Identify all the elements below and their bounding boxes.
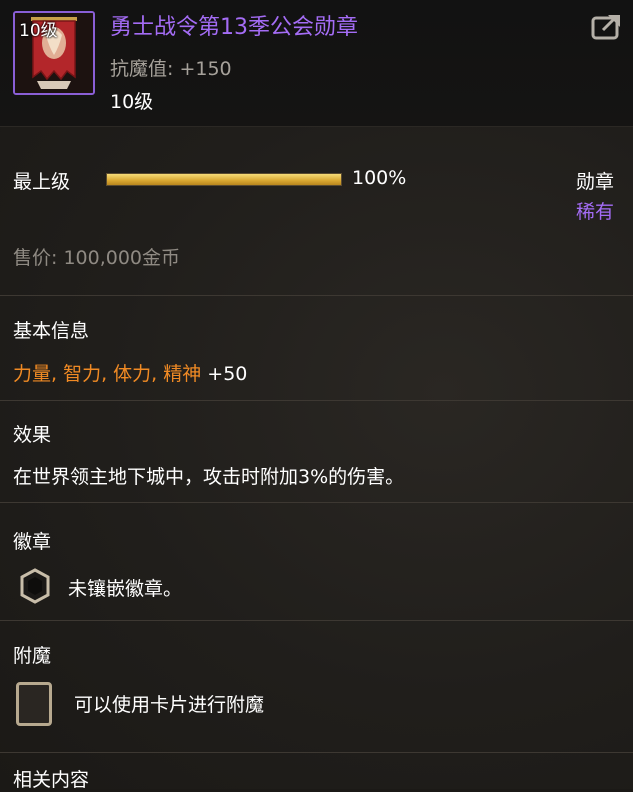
divider: [0, 752, 633, 753]
progress-value: 100%: [352, 167, 407, 189]
basic-stats-names: 力量, 智力, 体力, 精神: [13, 363, 202, 385]
share-icon[interactable]: [591, 12, 623, 40]
item-name: 勇士战令第13季公会勋章: [110, 15, 358, 40]
enchant-text: 可以使用卡片进行附魔: [74, 694, 265, 716]
related-title: 相关内容: [13, 769, 90, 791]
progress-bar: [106, 173, 342, 186]
card-slot-icon[interactable]: [16, 682, 52, 726]
emblem-text: 未镶嵌徽章。: [68, 578, 183, 600]
basic-stats: 力量, 智力, 体力, 精神 +50: [13, 359, 247, 386]
item-stat: 抗魔值: +150: [110, 58, 232, 80]
divider: [0, 502, 633, 503]
item-type: 勋章: [575, 171, 614, 193]
sell-price: 售价: 100,000金币: [13, 247, 181, 269]
emblem-slot-icon[interactable]: [17, 568, 53, 604]
item-icon-level: 10级: [19, 21, 58, 41]
effect-title: 效果: [13, 424, 52, 446]
divider: [0, 400, 633, 401]
basic-info-title: 基本信息: [13, 320, 90, 342]
item-rarity: 稀有: [575, 201, 614, 223]
effect-text: 在世界领主地下城中，攻击时附加3%的伤害。: [13, 466, 405, 488]
progress-label: 最上级: [13, 171, 71, 193]
basic-stats-value: +50: [207, 363, 248, 385]
emblem-title: 徽章: [13, 531, 52, 553]
item-icon: 10级: [13, 11, 95, 95]
enchant-title: 附魔: [13, 645, 52, 667]
divider: [0, 295, 633, 296]
divider: [0, 620, 633, 621]
item-level: 10级: [110, 91, 154, 113]
progress-fill: [107, 174, 341, 185]
